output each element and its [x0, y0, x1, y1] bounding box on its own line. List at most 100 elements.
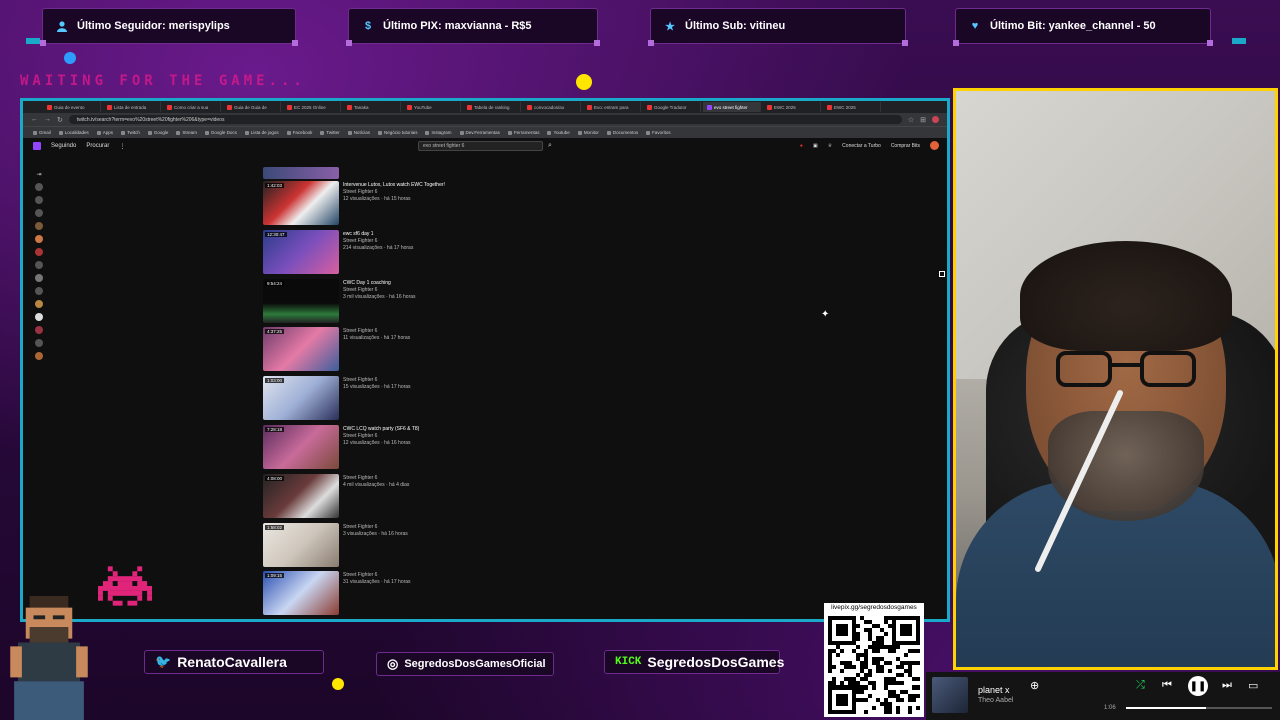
next-icon[interactable]: ⏭: [1222, 679, 1232, 692]
collapse-icon[interactable]: ⇥: [36, 171, 41, 178]
bookmark-item[interactable]: Twitter: [320, 130, 339, 135]
crown-icon[interactable]: ♕: [828, 143, 832, 149]
bookmark-item[interactable]: Youtube: [547, 130, 569, 135]
channel-avatar[interactable]: [35, 248, 43, 256]
browser-tab-active[interactable]: evo street fighter: [703, 102, 761, 112]
avatar[interactable]: [930, 141, 939, 150]
bookmark-item[interactable]: Notícias: [348, 130, 370, 135]
video-thumbnail[interactable]: 1:58:02: [263, 522, 339, 567]
bookmark-item[interactable]: Documentos: [607, 130, 638, 135]
channel-avatar[interactable]: [35, 183, 43, 191]
back-icon[interactable]: ←: [31, 116, 38, 123]
bookmark-item[interactable]: Google: [148, 130, 169, 135]
video-thumbnail[interactable]: 4:08:00: [263, 473, 339, 518]
bookmark-item[interactable]: Twitch: [121, 130, 140, 135]
browser-tab[interactable]: Lista de entrada: [103, 102, 161, 112]
search-icon[interactable]: ⌕: [545, 141, 555, 151]
profile-icon[interactable]: [932, 116, 939, 123]
video-game[interactable]: Street Fighter 6: [343, 238, 413, 245]
video-game[interactable]: Street Fighter 6: [343, 328, 410, 335]
video-thumbnail[interactable]: [263, 167, 339, 179]
browser-tab[interactable]: Tanaka: [343, 102, 401, 112]
social-kick[interactable]: KICK SegredosDosGames: [604, 650, 784, 674]
browser-tab[interactable]: Google Tradutor: [643, 102, 701, 112]
video-result[interactable]: [263, 167, 823, 181]
bookmark-item[interactable]: Localidades: [59, 130, 89, 135]
qr-code-panel[interactable]: livepix.gg/segredosdosgames: [824, 603, 924, 717]
lyrics-icon[interactable]: ▭: [1248, 679, 1258, 692]
video-thumbnail[interactable]: 12:30:47: [263, 229, 339, 274]
browser-tab[interactable]: convocados/ao: [523, 102, 581, 112]
bookmark-item[interactable]: Instagram: [425, 130, 451, 135]
pause-icon[interactable]: ❚❚: [1188, 676, 1208, 696]
connect-turbo-button[interactable]: Conectar a Turbo: [842, 143, 881, 149]
video-game[interactable]: Street Fighter 6: [343, 524, 408, 531]
video-game[interactable]: Street Fighter 6: [343, 572, 411, 579]
video-thumbnail[interactable]: 7:28:18: [263, 424, 339, 469]
browser-window[interactable]: Guia de evento Lista de entrada Como cri…: [20, 98, 950, 622]
video-title[interactable]: ewc sf6 day 1: [343, 231, 413, 238]
buy-bits-button[interactable]: Comprar Bits: [891, 143, 920, 149]
video-result[interactable]: 1:42:03 Intervenue Lutox, Lutox watch EW…: [263, 181, 823, 230]
bookmark-item[interactable]: Google Docs: [205, 130, 237, 135]
video-thumbnail[interactable]: 4:37:25: [263, 327, 339, 372]
video-result[interactable]: 7:28:18 CWC LCQ watch party (SF6 & T8) St…: [263, 424, 823, 474]
video-game[interactable]: Street Fighter 6: [343, 287, 416, 294]
video-result[interactable]: 4:08:00 Street Fighter 64 mil visualizaç…: [263, 473, 823, 523]
bookmark-item[interactable]: Lista de jogos: [245, 130, 279, 135]
reload-icon[interactable]: ↻: [57, 116, 63, 124]
bookmark-item[interactable]: Negócio tutoriais: [378, 130, 418, 135]
video-result[interactable]: 4:37:25 Street Fighter 6 11 visualizações…: [263, 327, 823, 376]
url-field[interactable]: twitch.tv/search?term=evo%20street%20fig…: [68, 115, 902, 124]
more-menu-icon[interactable]: ⋮: [119, 143, 125, 150]
channel-avatar[interactable]: [35, 339, 43, 347]
channel-avatar[interactable]: [35, 326, 43, 334]
video-title[interactable]: CWC Day 1 coaching: [343, 280, 416, 287]
video-game[interactable]: Street Fighter 6: [343, 433, 419, 440]
channel-avatar[interactable]: [35, 196, 43, 204]
bookmark-item[interactable]: Apps: [97, 130, 113, 135]
video-title[interactable]: Intervenue Lutox, Lutox watch EWC Togeth…: [343, 182, 445, 189]
progress-bar[interactable]: [1126, 707, 1272, 709]
video-thumbnail[interactable]: 1:03:00: [263, 376, 339, 421]
notifications-icon[interactable]: ●: [800, 143, 803, 149]
previous-icon[interactable]: ⏮: [1162, 679, 1172, 692]
video-thumbnail[interactable]: 9:54:24: [263, 278, 339, 323]
video-thumbnail[interactable]: 1:09:15: [263, 571, 339, 616]
browser-tab[interactable]: EWC 2025: [763, 102, 821, 112]
bookmark-item[interactable]: Stream: [176, 130, 197, 135]
browser-tab[interactable]: Evo: entram para: [583, 102, 641, 112]
scrollbar-indicator[interactable]: [939, 271, 945, 277]
channel-avatar[interactable]: [35, 287, 43, 295]
bookmark-item[interactable]: Dev.Ferramentas: [460, 130, 500, 135]
channel-avatar[interactable]: [35, 300, 43, 308]
add-icon[interactable]: ⊕: [1030, 679, 1039, 692]
search-input[interactable]: evo street fighter 6: [418, 141, 543, 151]
bookmark-item[interactable]: Favoritos: [646, 130, 671, 135]
social-twitter[interactable]: 🐦 RenatoCavallera: [144, 650, 324, 674]
browser-tab[interactable]: Guia de Guia de: [223, 102, 281, 112]
bookmark-item[interactable]: Gmail: [33, 130, 51, 135]
video-game[interactable]: Street Fighter 6: [343, 189, 445, 196]
browser-tab[interactable]: Como criar a sua: [163, 102, 221, 112]
channel-avatar[interactable]: [35, 235, 43, 243]
channel-avatar[interactable]: [35, 352, 43, 360]
nav-following[interactable]: Seguindo: [51, 143, 76, 149]
video-result[interactable]: 1:58:02 Street Fighter 63 visualizações …: [263, 522, 823, 572]
video-thumbnail[interactable]: 1:42:03: [263, 181, 339, 225]
shuffle-icon[interactable]: ⤮: [1136, 679, 1145, 692]
video-result[interactable]: 1:09:15 Street Fighter 6 31 visualizações…: [263, 571, 823, 619]
twitch-logo-icon[interactable]: [33, 142, 41, 150]
channel-avatar[interactable]: [35, 261, 43, 269]
channel-avatar[interactable]: [35, 274, 43, 282]
video-game[interactable]: Street Fighter 6: [343, 475, 409, 482]
bookmark-item[interactable]: Monitor: [578, 130, 599, 135]
browser-tab[interactable]: EC 2025 Online: [283, 102, 341, 112]
browser-tab[interactable]: EWC 2025: [823, 102, 881, 112]
bookmark-item[interactable]: Ferramentas: [508, 130, 540, 135]
browser-tab[interactable]: YouTube: [403, 102, 461, 112]
whispers-icon[interactable]: ▣: [813, 143, 818, 149]
browser-tab[interactable]: Tabela de ranking: [463, 102, 521, 112]
forward-icon[interactable]: →: [44, 116, 51, 123]
extensions-icon[interactable]: ⊞: [920, 116, 926, 124]
